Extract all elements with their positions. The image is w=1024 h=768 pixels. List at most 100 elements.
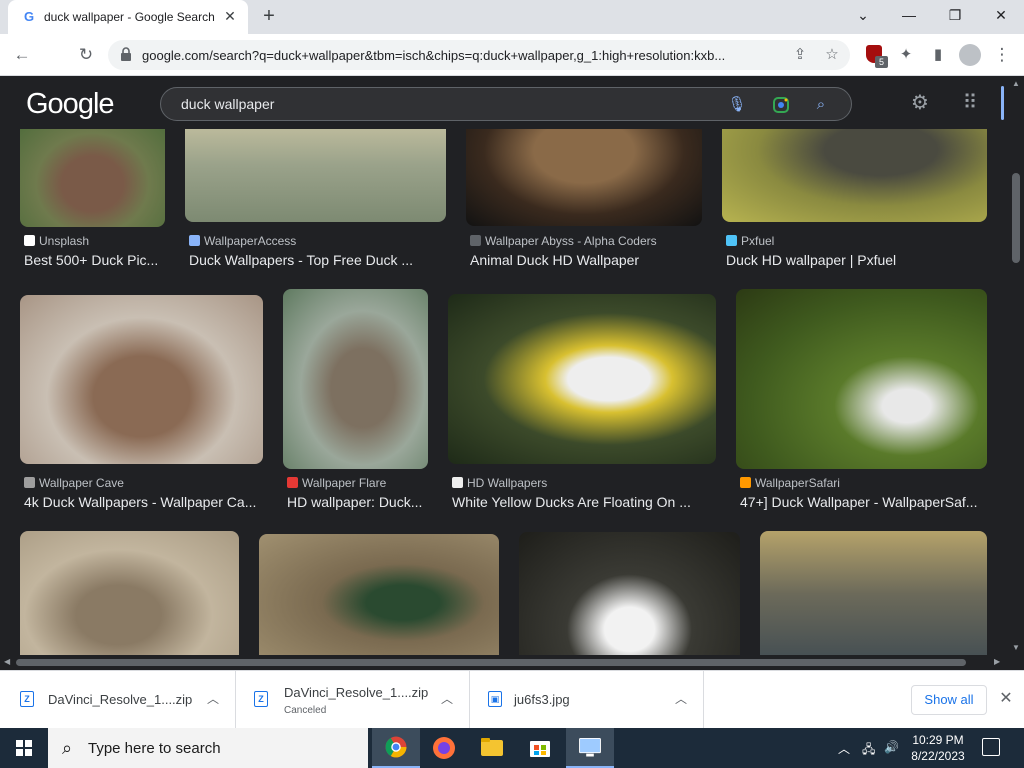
new-tab-icon[interactable]: + — [258, 6, 280, 28]
search-query[interactable]: duck wallpaper — [181, 96, 274, 112]
result-source[interactable]: WallpaperSafari — [740, 476, 840, 490]
result-image[interactable] — [760, 531, 987, 655]
google-favicon-icon: G — [23, 9, 35, 24]
scroll-up-arrow-icon[interactable]: ▲ — [1012, 79, 1020, 88]
result-source[interactable]: Unsplash — [24, 234, 89, 248]
result-title[interactable]: Best 500+ Duck Pic... — [24, 252, 174, 268]
scroll-left-arrow-icon[interactable]: ◀ — [4, 657, 10, 666]
share-icon[interactable]: ⇪ — [790, 45, 810, 65]
taskbar-search-placeholder: Type here to search — [88, 740, 221, 757]
result-image[interactable] — [259, 534, 499, 655]
extensions-puzzle-icon[interactable]: ✦ — [894, 43, 918, 67]
result-image[interactable] — [185, 129, 446, 222]
vertical-scroll-thumb[interactable] — [1012, 173, 1020, 263]
search-icon: ⌕ — [62, 738, 73, 758]
settings-gear-icon[interactable]: ⚙ — [908, 91, 932, 115]
profile-avatar[interactable] — [959, 44, 981, 66]
result-title[interactable]: White Yellow Ducks Are Floating On ... — [452, 494, 717, 510]
tab-strip: G duck wallpaper - Google Search ✕ + ⌄ —… — [0, 0, 1024, 34]
address-bar[interactable]: google.com/search?q=duck+wallpaper&tbm=i… — [108, 40, 850, 70]
close-download-bar-icon[interactable]: ✕ — [996, 689, 1016, 709]
download-filename: DaVinci_Resolve_1....zip — [284, 685, 429, 700]
result-title[interactable]: HD wallpaper: Duck... — [287, 494, 437, 510]
notification-center-icon[interactable] — [982, 738, 1000, 756]
taskbar-clock[interactable]: 10:29 PM 8/22/2023 — [906, 732, 970, 764]
download-filename: DaVinci_Resolve_1....zip — [48, 692, 193, 707]
zip-file-icon: Z — [254, 691, 268, 707]
restore-icon[interactable]: ❐ — [942, 4, 968, 26]
firefox-taskbar-icon[interactable] — [420, 728, 468, 768]
google-logo[interactable]: Google — [26, 89, 115, 119]
result-image[interactable] — [448, 294, 716, 464]
file-explorer-taskbar-icon[interactable] — [468, 728, 516, 768]
result-image[interactable] — [519, 532, 740, 655]
chevron-up-icon[interactable]: ︿ — [207, 690, 219, 707]
result-image[interactable] — [283, 289, 428, 469]
windows-taskbar: ⌕ Type here to search ︿ 🖧 🔊 10:29 PM 8/2… — [0, 728, 1024, 768]
download-item[interactable]: Z DaVinci_Resolve_1....zip Canceled ︿ — [236, 671, 470, 729]
close-tab-icon[interactable]: ✕ — [222, 8, 238, 24]
result-source[interactable]: WallpaperAccess — [189, 234, 296, 248]
side-panel-icon[interactable]: ▮ — [926, 43, 950, 67]
windows-start-icon[interactable] — [0, 728, 48, 768]
scroll-down-arrow-icon[interactable]: ▼ — [1012, 643, 1020, 652]
result-title[interactable]: Duck Wallpapers - Top Free Duck ... — [189, 252, 439, 268]
lens-camera-icon[interactable] — [771, 95, 791, 115]
download-bar: Z DaVinci_Resolve_1....zip ︿ Z DaVinci_R… — [0, 670, 1024, 729]
result-image[interactable] — [466, 129, 702, 226]
result-title[interactable]: Duck HD wallpaper | Pxfuel — [726, 252, 986, 268]
zip-file-icon: Z — [20, 691, 34, 707]
back-arrow-icon[interactable]: ← — [10, 43, 34, 67]
close-window-icon[interactable]: ✕ — [988, 4, 1014, 26]
search-magnifier-icon[interactable]: ⌕ — [811, 95, 831, 115]
tab-search-chevron-icon[interactable]: ⌄ — [850, 4, 876, 26]
menu-kebab-icon[interactable]: ⋮ — [990, 43, 1014, 67]
result-source[interactable]: Wallpaper Cave — [24, 476, 124, 490]
result-title[interactable]: Animal Duck HD Wallpaper — [470, 252, 700, 268]
result-source[interactable]: Pxfuel — [726, 234, 774, 248]
download-item[interactable]: Z DaVinci_Resolve_1....zip ︿ — [0, 671, 236, 729]
screen: G duck wallpaper - Google Search ✕ + ⌄ —… — [0, 0, 1024, 768]
result-source[interactable]: Wallpaper Flare — [287, 476, 386, 490]
microsoft-store-taskbar-icon[interactable] — [516, 728, 564, 768]
chevron-up-icon[interactable]: ︿ — [675, 690, 687, 707]
chevron-up-icon[interactable]: ︿ — [441, 690, 453, 707]
download-item[interactable]: ▣ ju6fs3.jpg ︿ — [470, 671, 704, 729]
result-source[interactable]: Wallpaper Abyss - Alpha Coders — [470, 234, 657, 248]
browser-tab[interactable]: G duck wallpaper - Google Search ✕ — [8, 0, 248, 34]
volume-icon[interactable]: 🔊 — [884, 740, 899, 754]
remote-desktop-taskbar-icon[interactable] — [566, 728, 614, 768]
vertical-scrollbar[interactable]: ▲ ▼ — [1008, 77, 1024, 655]
result-image[interactable] — [20, 531, 239, 655]
result-image[interactable] — [722, 129, 987, 222]
result-title[interactable]: 4k Duck Wallpapers - Wallpaper Ca... — [24, 494, 274, 510]
minimize-icon[interactable]: — — [896, 4, 922, 26]
reload-icon[interactable]: ↻ — [74, 43, 98, 67]
scroll-right-arrow-icon[interactable]: ▶ — [994, 657, 1000, 666]
scroll-indicator — [1001, 86, 1004, 120]
apps-grid-icon[interactable]: ⠿ — [958, 91, 982, 115]
result-source[interactable]: HD Wallpapers — [452, 476, 547, 490]
taskbar-search-box[interactable]: ⌕ Type here to search — [48, 728, 368, 768]
horizontal-scroll-thumb[interactable] — [16, 659, 966, 666]
extension-badge: 5 — [875, 56, 888, 68]
clock-date: 8/22/2023 — [911, 749, 965, 763]
voice-search-mic-icon[interactable]: 🎙 — [727, 95, 747, 115]
show-hidden-icons-chevron-icon[interactable]: ︿ — [838, 740, 850, 757]
result-image[interactable] — [20, 129, 165, 227]
result-image[interactable] — [736, 289, 987, 469]
bookmark-star-icon[interactable]: ☆ — [822, 45, 842, 65]
tab-title: duck wallpaper - Google Search — [44, 10, 215, 24]
download-status: Canceled — [284, 705, 327, 716]
clock-time: 10:29 PM — [912, 733, 964, 747]
show-all-downloads-button[interactable]: Show all — [911, 685, 987, 715]
search-box[interactable]: duck wallpaper 🎙 ⌕ — [160, 87, 852, 121]
result-image[interactable] — [20, 295, 263, 464]
network-icon[interactable]: 🖧 — [862, 740, 875, 761]
chrome-taskbar-icon[interactable] — [372, 728, 420, 768]
image-file-icon: ▣ — [488, 691, 502, 707]
horizontal-scrollbar[interactable]: ◀ ▶ — [0, 655, 1008, 670]
result-title[interactable]: 47+] Duck Wallpaper - WallpaperSaf... — [740, 494, 990, 510]
browser-toolbar: ← ↻ google.com/search?q=duck+wallpaper&t… — [0, 34, 1024, 76]
image-results: Unsplash Best 500+ Duck Pic... Wallpaper… — [0, 129, 1008, 655]
